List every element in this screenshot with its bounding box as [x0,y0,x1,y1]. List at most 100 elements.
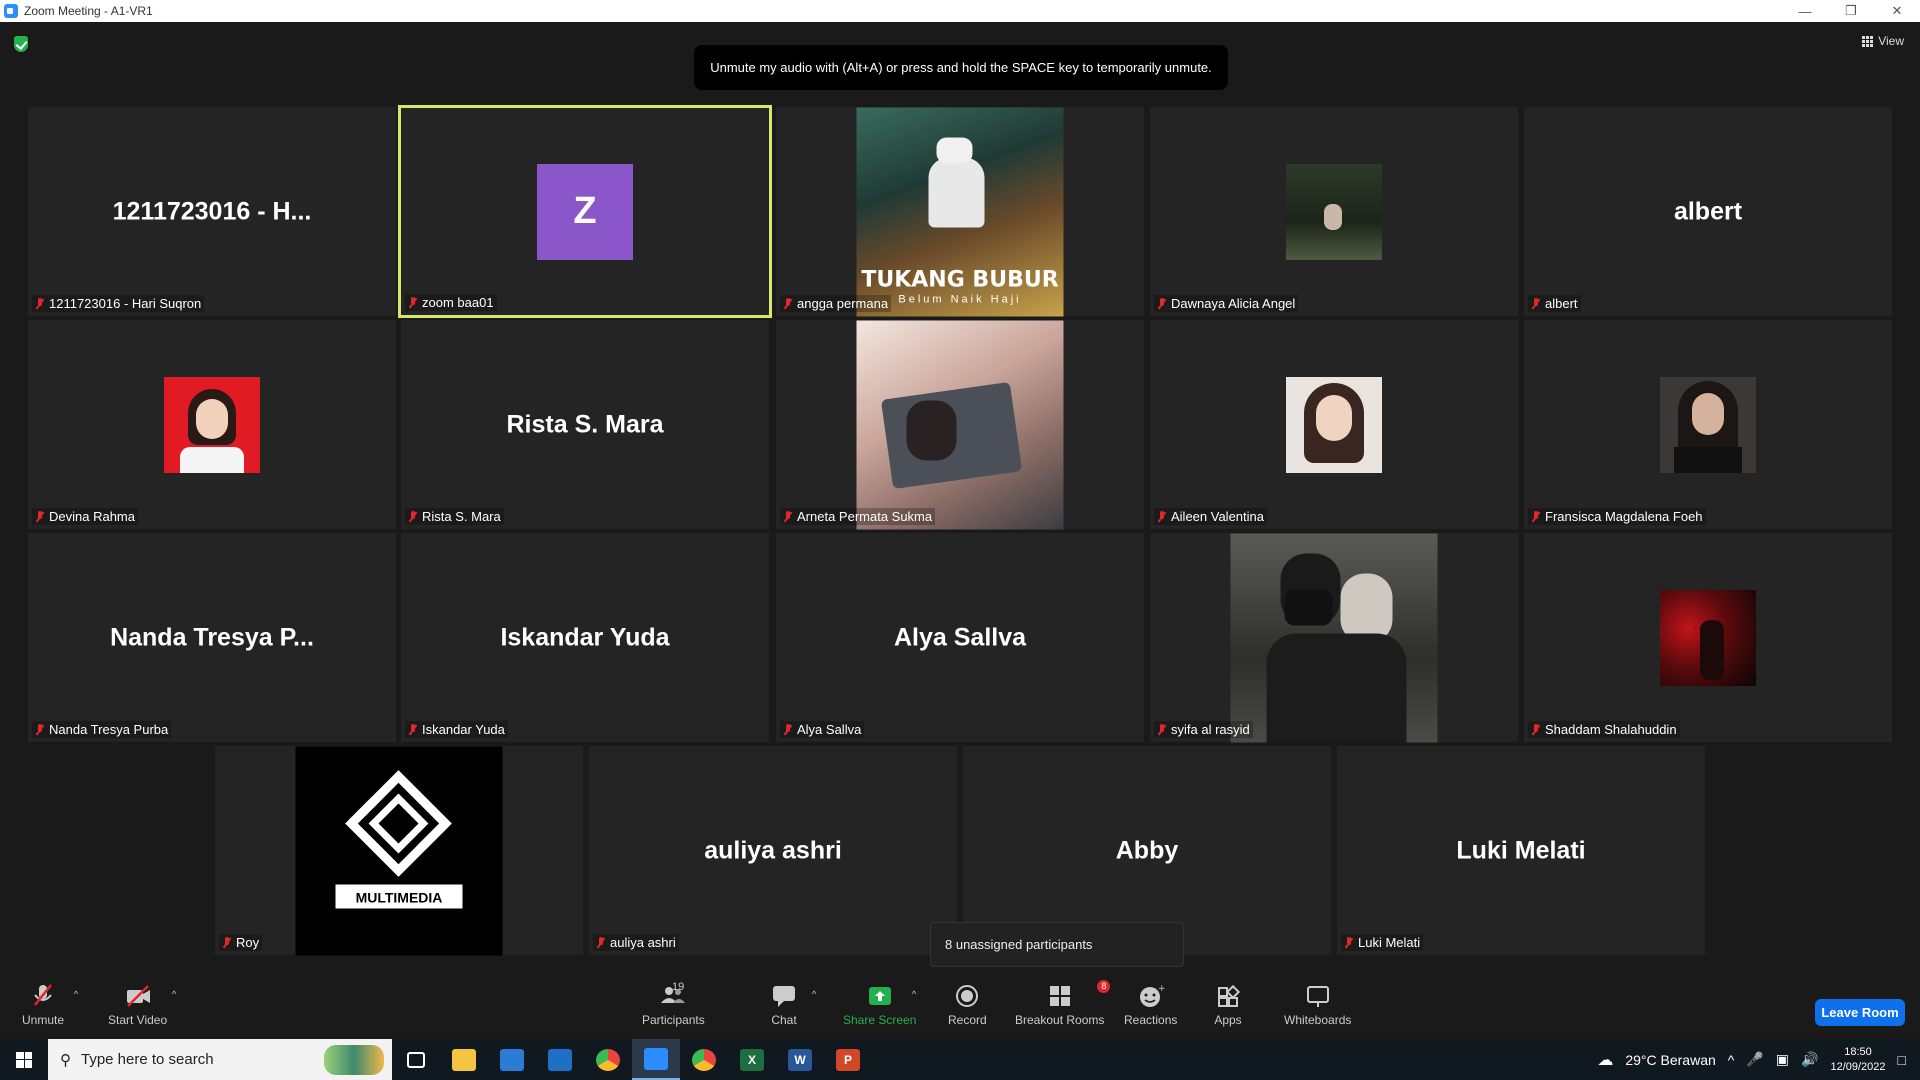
participant-photo [1660,376,1756,473]
video-tile[interactable]: Shaddam Shalahuddin [1524,533,1892,742]
participant-name: Luki Melati [1358,935,1421,950]
meeting-toolbar: Unmute ^ Start Video ^ 19 Participants C… [0,977,1920,1039]
participant-name: 1211723016 - Hari Suqron [49,296,202,311]
video-tile[interactable]: Devina Rahma [28,320,396,529]
unmute-label: Unmute [22,1013,65,1027]
video-tile[interactable]: TUKANG BUBUR Belum Naik Haji angga perma… [776,107,1144,316]
participant-name: Roy [236,935,260,950]
clock[interactable]: 18:50 12/09/2022 [1830,1045,1885,1075]
participant-name: albert [1545,296,1578,311]
record-button[interactable]: Record [948,983,987,1027]
video-tile[interactable]: Fransisca Magdalena Foeh [1524,320,1892,529]
unmute-button[interactable]: Unmute [22,983,64,1027]
video-tile-active-speaker[interactable]: Z zoom baa01 [398,105,772,318]
participants-count: 19 [672,981,685,993]
unassigned-participants-popup[interactable]: 8 unassigned participants [930,922,1184,967]
windows-logo-icon [16,1051,32,1068]
svg-text:+: + [1158,984,1165,994]
taskbar-search-box[interactable]: ⚲ Type here to search [48,1039,392,1080]
chrome-icon[interactable] [584,1039,632,1080]
participant-display-name: Nanda Tresya P... [110,623,314,651]
excel-icon[interactable]: X [728,1039,776,1080]
video-tile[interactable]: Rista S. Mara Rista S. Mara [401,320,769,529]
mic-muted-icon [408,296,418,309]
participant-display-name: Alya Sallva [893,623,1027,651]
participant-display-name: Rista S. Mara [506,410,664,438]
participant-photo [164,376,260,473]
window-controls: — ❐ ✕ [1782,0,1920,22]
video-tile[interactable]: Dawnaya Alicia Angel [1150,107,1518,316]
participants-label: Participants [642,1013,705,1027]
participant-label: Rista S. Mara [405,508,504,525]
network-icon[interactable]: ▣ [1776,1051,1789,1068]
mail-icon[interactable] [536,1039,584,1080]
video-tile[interactable]: auliya ashri auliya ashri [589,746,957,955]
weather-text[interactable]: 29°C Berawan [1625,1052,1715,1068]
video-tile[interactable]: albert albert [1524,107,1892,316]
video-tile[interactable]: MULTIMEDIA Roy [215,746,583,955]
whiteboards-button[interactable]: Whiteboards [1284,983,1351,1027]
apps-button[interactable]: Apps [1214,983,1242,1027]
video-tile[interactable]: Alya Sallva Alya Sallva [776,533,1144,742]
close-icon[interactable]: ✕ [1874,0,1920,22]
task-view-icon[interactable] [392,1039,440,1080]
powerpoint-icon[interactable]: P [824,1039,872,1080]
start-video-button[interactable]: Start Video [108,983,167,1027]
participant-display-name: Abby [1115,836,1179,864]
grid-icon [1862,35,1874,47]
participant-display-name: Luki Melati [1456,836,1586,864]
cloud-weather-icon: ☁ [1597,1051,1614,1069]
notifications-icon[interactable]: □ [1898,1052,1906,1068]
participants-button[interactable]: 19 Participants [642,981,705,1027]
mic-muted-icon [1531,510,1541,523]
share-screen-button[interactable]: Share Screen [843,983,916,1027]
video-options-caret-icon[interactable]: ^ [172,989,176,999]
breakout-rooms-button[interactable]: 8 Breakout Rooms [1015,980,1111,1027]
mic-muted-icon [783,723,793,736]
video-tile[interactable]: Iskandar Yuda Iskandar Yuda [401,533,769,742]
mic-muted-icon [783,510,793,523]
reactions-button[interactable]: + Reactions [1124,983,1177,1027]
microsoft-store-icon[interactable] [488,1039,536,1080]
video-tile[interactable]: Luki Melati Luki Melati [1337,746,1705,955]
participant-label: Luki Melati [1341,934,1424,951]
multimedia-logo-icon [335,769,463,908]
video-tile[interactable]: Aileen Valentina [1150,320,1518,529]
video-tile[interactable]: Arneta Permata Sukma [776,320,1144,529]
chat-options-caret-icon[interactable]: ^ [812,989,816,999]
chevron-up-icon[interactable]: ^ [1728,1052,1735,1068]
encryption-shield-icon[interactable] [14,36,28,52]
restore-icon[interactable]: ❐ [1828,0,1874,22]
whiteboards-label: Whiteboards [1284,1013,1352,1027]
video-tile[interactable]: 1211723016 - H... 1211723016 - Hari Suqr… [28,107,396,316]
participant-label: Nanda Tresya Purba [32,721,172,738]
mic-muted-icon [408,723,418,736]
word-icon[interactable]: W [776,1039,824,1080]
mic-muted-icon [1531,723,1541,736]
participant-photo [1286,163,1382,260]
chat-button[interactable]: Chat [770,983,798,1027]
chrome-profile-icon[interactable] [680,1039,728,1080]
zoom-taskbar-icon[interactable] [632,1039,680,1080]
leave-room-button[interactable]: Leave Room [1815,999,1905,1026]
video-tile[interactable]: Nanda Tresya P... Nanda Tresya Purba [28,533,396,742]
system-tray: ☁ 29°C Berawan ^ 🎤 ▣ 🔊 18:50 12/09/2022 … [1597,1045,1920,1075]
record-label: Record [948,1013,987,1027]
file-explorer-icon[interactable] [440,1039,488,1080]
video-tile[interactable]: syifa al rasyid [1150,533,1518,742]
participant-label: zoom baa01 [405,294,497,311]
participant-label: Iskandar Yuda [405,721,508,738]
participant-display-name: Iskandar Yuda [500,623,670,651]
participant-video: MULTIMEDIA [295,746,503,955]
microphone-icon[interactable]: 🎤 [1746,1051,1763,1068]
search-placeholder: Type here to search [81,1051,214,1068]
minimize-icon[interactable]: — [1782,0,1828,22]
clock-date: 12/09/2022 [1830,1060,1886,1073]
audio-options-caret-icon[interactable]: ^ [74,989,78,999]
participant-label: albert [1528,295,1581,312]
view-button[interactable]: View [1862,34,1904,48]
participant-display-name: 1211723016 - H... [112,197,312,225]
start-button[interactable] [0,1039,48,1080]
volume-icon[interactable]: 🔊 [1801,1051,1818,1068]
share-options-caret-icon[interactable]: ^ [912,989,916,999]
